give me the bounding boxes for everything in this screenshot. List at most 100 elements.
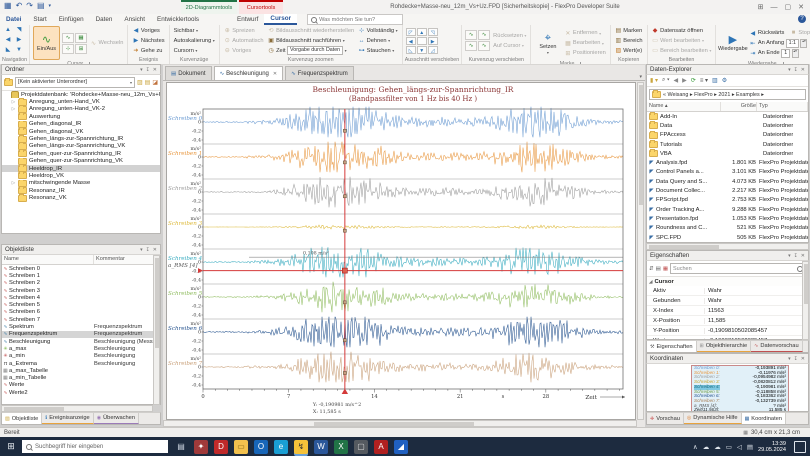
app-swirl-icon[interactable]: ✦ (194, 440, 208, 454)
word-icon[interactable]: W (314, 440, 328, 454)
file-row[interactable]: ◤FPScript.fpd2.753 KBFlexPro Projektdate… (647, 196, 808, 205)
redo-icon[interactable]: ↷ (26, 1, 33, 10)
pin-icon[interactable]: ↧ (794, 356, 798, 362)
tree-item-gehen-quer-zur-spannrichtung-ir[interactable]: Gehen_quer-zur-Spannrichtung_IR (2, 150, 160, 157)
expander-icon[interactable]: ▷ (11, 106, 16, 112)
cursor-marker[interactable] (343, 371, 346, 374)
preview-icon[interactable]: ▤ (37, 1, 45, 10)
sort-az-icon[interactable]: ⇵ (649, 266, 654, 272)
expander-icon[interactable]: ▷ (11, 99, 16, 105)
refresh-button[interactable]: ⟳ (691, 77, 696, 84)
tree-item-gehen-quer-zur-spannrichtung-vk[interactable]: Gehen_quer-zur-Spannrichtung_VK (2, 158, 160, 165)
column-header-name[interactable]: Name (2, 255, 94, 264)
trace-label[interactable]: Schreiben 6 (168, 326, 203, 332)
toggle-icon[interactable]: ∿ (465, 30, 477, 40)
remote-app-icon[interactable]: ▢ (354, 440, 368, 454)
expander-icon[interactable]: ▷ (11, 180, 16, 186)
objektliste-row[interactable]: ∿Werte (2, 382, 160, 389)
nav-arrow-button[interactable]: ▲ (3, 26, 13, 35)
pan-arrow-button[interactable]: ◸ (406, 28, 416, 36)
an-ende-button[interactable]: ⇥An Ende1▴▾ (748, 49, 810, 58)
display-icon[interactable]: ▭ (726, 443, 732, 451)
an-ende-value[interactable]: 1 (781, 49, 790, 58)
objektliste-row[interactable]: ∿Schreiben 3 (2, 287, 160, 294)
tree-item-mitschwingende-masse[interactable]: ▷mitschwingende Masse (2, 180, 160, 187)
database-menu-icon[interactable]: ▮ ▾ (650, 77, 658, 84)
chart-vertical-scrollbar[interactable] (637, 82, 644, 420)
properties-search-input[interactable]: Suchen (670, 263, 806, 274)
eigenschaften-vertical-scrollbar[interactable] (802, 261, 809, 340)
objektliste-vertical-scrollbar[interactable] (153, 255, 160, 405)
contextual-tab-2d-diagrammtools[interactable]: 2D-Diagrammtools (181, 0, 237, 14)
ribbon-tab-daten[interactable]: Daten (90, 14, 119, 25)
objektliste-row[interactable]: ∿Schreiben 1 (2, 272, 160, 279)
setzen-button[interactable]: ⌖Setzen▾ (534, 26, 561, 60)
pin-icon[interactable]: ↧ (146, 67, 150, 73)
toggle-icon[interactable]: ∿ (62, 33, 74, 43)
stepper-icon[interactable]: ▴▾ (800, 39, 807, 48)
objektliste-row[interactable]: ∿Schreiben 0 (2, 265, 160, 272)
file-row[interactable]: FPAccessDateiordner (647, 131, 808, 140)
close-icon[interactable]: ✕ (801, 67, 805, 73)
tree-item-heeldrop-ir[interactable]: Heeldrop_IR (2, 165, 160, 172)
tree-item-heeldrop-vk[interactable]: Heeldrop_VK (2, 172, 160, 179)
objektliste-row[interactable]: ∿FrequenzspektrumFrequenzspektrum (2, 331, 160, 338)
toggle-icon[interactable]: ▦ (75, 33, 87, 43)
tray-chevron-icon[interactable]: ∧ (693, 443, 698, 451)
file-row[interactable]: VBADateiordner (647, 149, 808, 158)
stepper-icon[interactable]: ▴▾ (792, 49, 799, 58)
panel-menu-icon[interactable]: ▾ (140, 247, 143, 253)
ribbon-tab-einfugen[interactable]: Einfügen (53, 14, 90, 25)
bereich-button[interactable]: ▥Bereich (614, 36, 644, 45)
koordinaten-tab-koordinaten[interactable]: ▦Koordinaten (742, 413, 786, 424)
close-icon[interactable]: ✕ (153, 67, 157, 73)
nav-arrow-button[interactable]: ◣ (3, 46, 13, 55)
an-anfang-value[interactable]: 1:1 (786, 39, 799, 48)
objektliste-row[interactable]: ∿BeschleunigungBeschleunigung (Messschri… (2, 338, 160, 345)
vollstandig-button[interactable]: ⊹Vollständig▾ (357, 26, 399, 35)
document-tab-dokument[interactable]: ▤Dokument (165, 66, 212, 80)
file-row[interactable]: Add-InDateiordner (647, 112, 808, 121)
objektliste-tab-objektliste[interactable]: ▨Objektliste (2, 413, 42, 424)
nav-arrow-button[interactable]: ▶ (14, 36, 24, 45)
toggle-icon[interactable]: ∿ (478, 30, 490, 40)
trace-label-rms[interactable]: a_RMS [4] (168, 263, 198, 269)
daten-explorer-horizontal-scrollbar[interactable] (646, 243, 809, 250)
contextual-tab-cursortools[interactable]: Cursortools (239, 0, 283, 14)
active-folder-dropdown[interactable]: [Kein aktivierter Unterordner]▾ (15, 77, 135, 88)
objektliste-row[interactable]: ∿SpektrumFrequenzspektrum (2, 323, 160, 330)
help-icon[interactable]: ? (798, 15, 806, 23)
save-icon[interactable]: ▦ (4, 1, 12, 10)
file-row[interactable]: TutorialsDateiordner (647, 140, 808, 149)
settings-icon[interactable]: ⚙ (722, 77, 727, 84)
close-icon[interactable]: ✕ (153, 247, 157, 253)
column-header-groesse[interactable]: Größe (721, 102, 757, 111)
objektliste-row[interactable]: ▦a_min_Tabelle (2, 374, 160, 381)
outlook-icon[interactable]: O (254, 440, 268, 454)
tree-item-gehen-langs-zur-spannrichtung-vk[interactable]: Gehen_längs-zur-Spannrichtung_VK (2, 143, 160, 150)
cursorn-button[interactable]: Cursorn▾ (173, 46, 216, 55)
cursor-active-marker[interactable] (342, 268, 347, 273)
ribbon-search[interactable]: Was möchten Sie tun? (307, 14, 403, 25)
datensatz-offnen-button[interactable]: ◆Datensatz öffnen (651, 26, 713, 35)
ein-aus-button[interactable]: ∿Ein/Aus (33, 26, 60, 60)
keyboard-icon[interactable]: ▤ (747, 443, 753, 451)
filter-icon[interactable]: ▦ (663, 266, 668, 272)
pan-arrow-button[interactable]: ◺ (406, 46, 416, 54)
tree-item-anregung-unten-hand-vk[interactable]: ▷Anregung_unten-Hand_VK (2, 98, 160, 105)
edge-icon[interactable]: e (274, 440, 288, 454)
cursor-marker[interactable] (343, 195, 346, 198)
bildausschnitt-nachfuhren-button[interactable]: ▣Bildausschnitt nachführen▾ (267, 36, 356, 45)
ribbon-tab-cursor[interactable]: Cursor (264, 14, 297, 25)
file-row[interactable]: ◤Order Tracking A...9.288 KBFlexPro Proj… (647, 205, 808, 214)
column-header-typ[interactable]: Typ (757, 102, 808, 111)
cloud-icon[interactable]: ☁ (714, 443, 721, 451)
zeit-button[interactable]: ◷ZeitVorgabe durch Daten▾ (267, 46, 356, 55)
property-row-x-index[interactable]: X-Index11563 (647, 306, 808, 316)
file-row[interactable]: ◤Control Panels a...3.101 KBFlexPro Proj… (647, 168, 808, 177)
eigenschaften-tab-eigenschaften[interactable]: ⚒Eigenschaften (647, 341, 697, 352)
nav-arrow-button[interactable]: ◀ (3, 36, 13, 45)
start-button[interactable]: ⊞ (0, 437, 22, 456)
minimize-button[interactable]: — (771, 4, 778, 11)
file-row[interactable]: DataDateiordner (647, 121, 808, 130)
